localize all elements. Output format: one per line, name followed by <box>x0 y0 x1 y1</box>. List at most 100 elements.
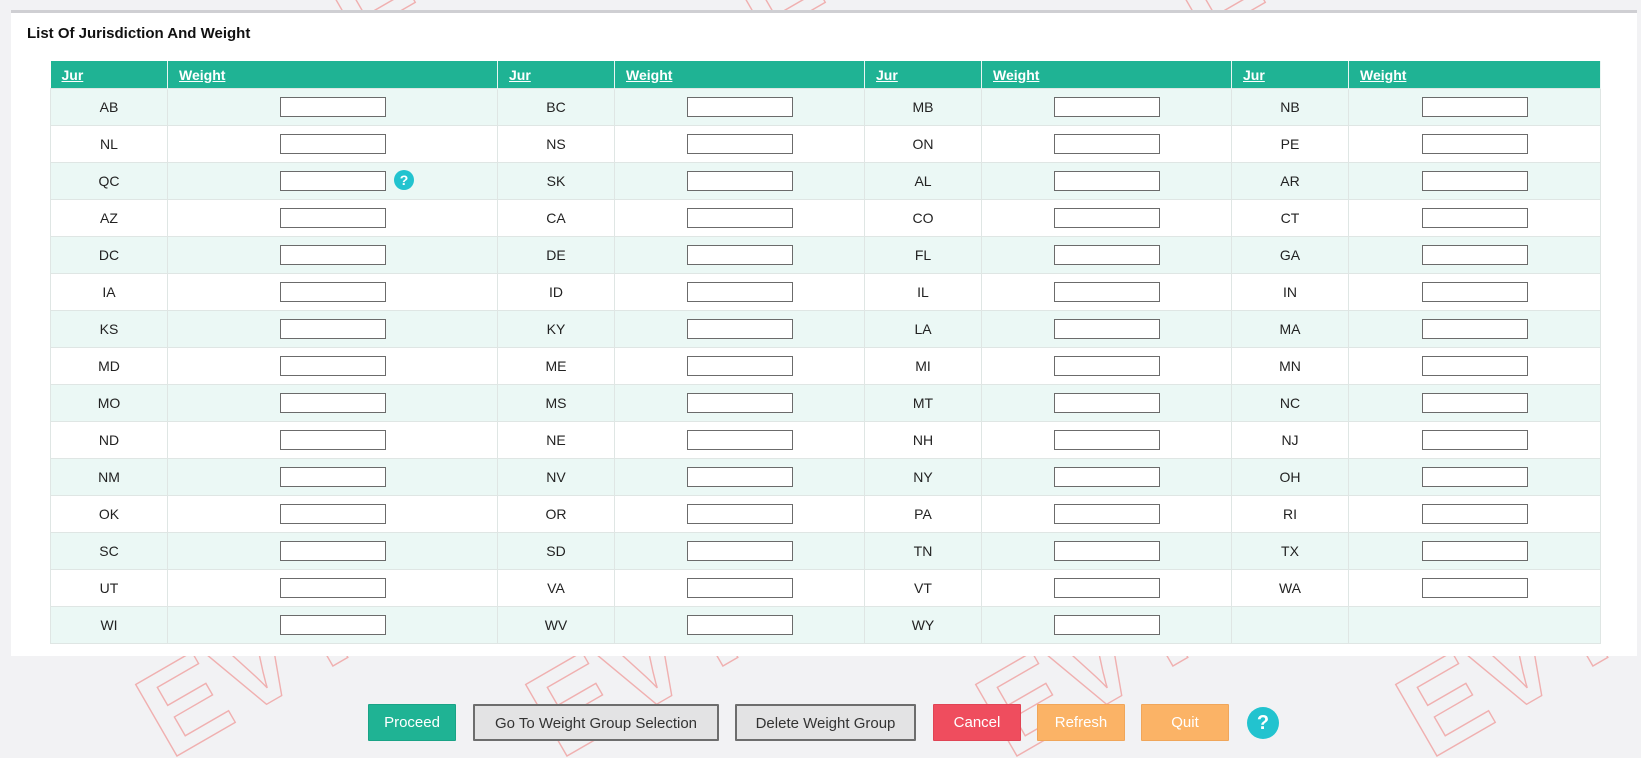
weight-input[interactable] <box>1421 467 1528 487</box>
cancel-button[interactable]: Cancel <box>933 704 1021 741</box>
jur-cell: IN <box>1231 273 1349 311</box>
weight-input[interactable] <box>1421 541 1528 561</box>
weight-input[interactable] <box>1421 356 1528 376</box>
weight-input[interactable] <box>686 393 793 413</box>
weight-input[interactable] <box>1053 282 1160 302</box>
weight-input[interactable] <box>686 356 793 376</box>
jur-cell: PE <box>1231 125 1349 163</box>
weight-cell <box>981 236 1232 274</box>
weight-input[interactable] <box>279 134 386 154</box>
delete-weight-group-button[interactable]: Delete Weight Group <box>735 704 916 741</box>
weight-cell <box>1348 421 1601 459</box>
weight-input[interactable] <box>1053 208 1160 228</box>
weight-header[interactable]: Weight <box>981 61 1232 89</box>
weight-input[interactable] <box>1053 393 1160 413</box>
weight-input[interactable] <box>1053 134 1160 154</box>
weight-input[interactable] <box>279 282 386 302</box>
weight-cell <box>1348 162 1601 200</box>
weight-header[interactable]: Weight <box>1348 61 1601 89</box>
weight-input[interactable] <box>279 245 386 265</box>
help-icon[interactable]: ? <box>1247 707 1279 739</box>
go-to-weight-group-selection-button[interactable]: Go To Weight Group Selection <box>473 704 719 741</box>
weight-cell <box>167 569 498 607</box>
weight-input[interactable] <box>1421 319 1528 339</box>
weight-input[interactable] <box>686 208 793 228</box>
weight-input[interactable] <box>279 504 386 524</box>
weight-cell <box>981 495 1232 533</box>
weight-input[interactable] <box>1053 356 1160 376</box>
jur-header[interactable]: Jur <box>50 61 168 89</box>
weight-input[interactable] <box>279 615 386 635</box>
weight-input[interactable] <box>1421 97 1528 117</box>
weight-input[interactable] <box>686 578 793 598</box>
jur-cell: SD <box>497 532 615 570</box>
weight-input[interactable] <box>686 430 793 450</box>
jur-header[interactable]: Jur <box>497 61 615 89</box>
weight-cell <box>1348 347 1601 385</box>
weight-input[interactable] <box>1053 245 1160 265</box>
weight-input[interactable] <box>1053 615 1160 635</box>
weight-cell <box>614 458 865 496</box>
weight-input[interactable] <box>279 541 386 561</box>
weight-input[interactable] <box>1421 393 1528 413</box>
jur-cell: SC <box>50 532 168 570</box>
weight-input[interactable] <box>1421 282 1528 302</box>
jur-cell: NY <box>864 458 982 496</box>
quit-button[interactable]: Quit <box>1141 704 1229 741</box>
weight-input[interactable] <box>1053 467 1160 487</box>
weight-input[interactable] <box>686 319 793 339</box>
weight-input[interactable] <box>1421 430 1528 450</box>
jur-cell: NJ <box>1231 421 1349 459</box>
weight-input[interactable] <box>1421 245 1528 265</box>
weight-input[interactable] <box>1053 541 1160 561</box>
jur-cell: MT <box>864 384 982 422</box>
weight-input[interactable] <box>1421 578 1528 598</box>
weight-input[interactable] <box>1053 97 1160 117</box>
weight-input[interactable] <box>1421 208 1528 228</box>
weight-input[interactable] <box>279 430 386 450</box>
weight-header[interactable]: Weight <box>614 61 865 89</box>
help-icon[interactable]: ? <box>394 170 414 190</box>
weight-input[interactable] <box>279 393 386 413</box>
weight-input[interactable] <box>1421 134 1528 154</box>
weight-input[interactable] <box>686 504 793 524</box>
jur-cell: AR <box>1231 162 1349 200</box>
weight-input[interactable] <box>279 171 386 191</box>
weight-input[interactable] <box>686 541 793 561</box>
action-bar: Proceed Go To Weight Group Selection Del… <box>0 704 1641 744</box>
weight-cell <box>614 347 865 385</box>
weight-input[interactable] <box>686 467 793 487</box>
weight-input[interactable] <box>686 282 793 302</box>
jur-header[interactable]: Jur <box>864 61 982 89</box>
jur-cell: ND <box>50 421 168 459</box>
proceed-button[interactable]: Proceed <box>368 704 456 741</box>
weight-input[interactable] <box>686 97 793 117</box>
weight-input[interactable] <box>279 356 386 376</box>
weight-cell <box>614 88 865 126</box>
weight-input[interactable] <box>279 208 386 228</box>
weight-input[interactable] <box>1053 171 1160 191</box>
refresh-button[interactable]: Refresh <box>1037 704 1125 741</box>
weight-input[interactable] <box>279 97 386 117</box>
jur-header[interactable]: Jur <box>1231 61 1349 89</box>
weight-input[interactable] <box>279 467 386 487</box>
weight-input[interactable] <box>686 245 793 265</box>
weight-input[interactable] <box>1421 504 1528 524</box>
weight-cell <box>981 569 1232 607</box>
weight-input[interactable] <box>1053 430 1160 450</box>
weight-input[interactable] <box>686 171 793 191</box>
weight-input[interactable] <box>1053 578 1160 598</box>
weight-input[interactable] <box>686 134 793 154</box>
weight-input[interactable] <box>279 319 386 339</box>
weight-header[interactable]: Weight <box>167 61 498 89</box>
weight-input[interactable] <box>279 578 386 598</box>
weight-input[interactable] <box>1053 504 1160 524</box>
weight-cell <box>167 199 498 237</box>
weight-input[interactable] <box>1421 171 1528 191</box>
weight-input[interactable] <box>686 615 793 635</box>
jur-cell: FL <box>864 236 982 274</box>
weight-input[interactable] <box>1053 319 1160 339</box>
weight-cell <box>614 606 865 644</box>
jur-cell <box>1231 606 1349 644</box>
table-body: AB BC MB NB NL NS ON PE QC? SK AL AR AZ CA CO CT DC DE FL G… <box>50 88 1601 644</box>
